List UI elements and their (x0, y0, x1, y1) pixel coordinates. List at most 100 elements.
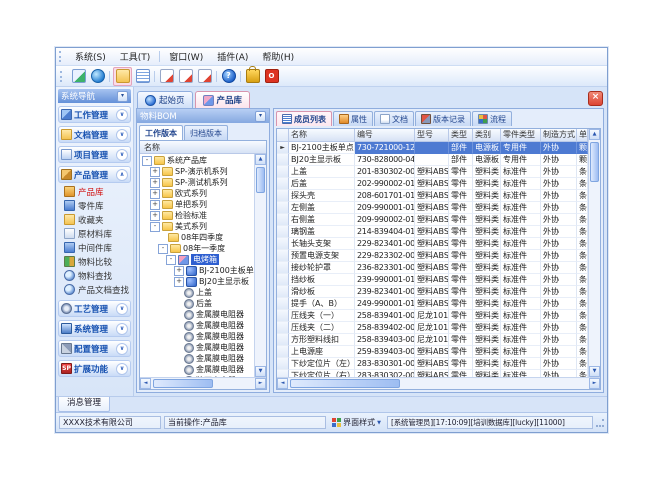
sidebar-group-projects[interactable]: 项目管理 (58, 146, 131, 163)
scroll-thumb[interactable] (590, 142, 599, 182)
tab-documents[interactable]: 文档 (374, 111, 414, 126)
tree-item[interactable]: 美式系列 (140, 221, 254, 232)
table-row[interactable]: 右侧盖209-990002-01X塑料ABS零件塑料类标准件外协条 (277, 214, 588, 226)
scroll-up-icon[interactable] (589, 129, 600, 140)
sidebar-group-products[interactable]: 产品管理 (58, 166, 131, 183)
tree-item[interactable]: 08年四季度 (140, 232, 254, 243)
table-row[interactable]: 下纱定位片（右）283-830302-00X塑料ABS零件塑料类标准件外协条 (277, 370, 588, 377)
tree-item[interactable]: 后盖 (140, 298, 254, 309)
tab-archived-version[interactable]: 归档版本 (184, 125, 228, 140)
table-row[interactable]: 长轴头支架229-823401-00X塑料ABS零件塑料类标准件外协条 (277, 238, 588, 250)
help-icon-button[interactable] (220, 68, 237, 85)
chevron-down-icon[interactable] (116, 303, 128, 315)
tree-item[interactable]: 金属膜电阻器 (140, 309, 254, 320)
menu-plugins[interactable]: 插件(A) (210, 49, 255, 64)
ui-style-button[interactable]: 界面样式 ▼ (329, 416, 384, 429)
grid-vertical-scrollbar[interactable] (588, 129, 600, 377)
tree-item[interactable]: 金属膜电阻器 (140, 331, 254, 342)
scroll-thumb[interactable] (153, 379, 213, 388)
tree-horizontal-scrollbar[interactable] (140, 377, 266, 389)
expand-minus-icon[interactable] (158, 244, 168, 254)
tab-version-history[interactable]: 版本记录 (415, 111, 471, 126)
tree-item[interactable]: BJ-2100主板单点 (140, 265, 254, 276)
scroll-thumb[interactable] (290, 379, 400, 388)
scroll-right-icon[interactable] (589, 378, 600, 389)
tree-item[interactable]: 08年一季度 (140, 243, 254, 254)
sidebar-group-documents[interactable]: 文档管理 (58, 126, 131, 143)
bom-panel-menu-icon[interactable]: ▾ (255, 111, 266, 122)
table-row[interactable]: 滑纱板239-823401-00X塑料ABS零件塑料类标准件外协条 (277, 286, 588, 298)
chevron-up-icon[interactable] (116, 169, 128, 181)
table-row[interactable]: 璃钢盖214-839404-01X塑料ABS零件塑料类标准件外协条 (277, 226, 588, 238)
sidebar-item-favorites[interactable]: 收藏夹 (62, 213, 131, 226)
doc-add-icon-button[interactable] (158, 68, 175, 85)
tree-vertical-scrollbar[interactable] (254, 154, 266, 377)
table-row[interactable]: 挡纱板239-990001-01X塑料ABS零件塑料类标准件外协条 (277, 274, 588, 286)
tree-item[interactable]: BJ20主显示板 (140, 276, 254, 287)
tab-working-version[interactable]: 工作版本 (139, 125, 183, 140)
message-tab[interactable]: 消息管理 (58, 397, 110, 412)
tree-item[interactable]: 金属膜电阻器 (140, 353, 254, 364)
column-header[interactable]: 零件类型 (501, 129, 541, 142)
table-row[interactable]: 上电源座259-839403-00X塑料ABS零件塑料类标准件外协条 (277, 346, 588, 358)
tab-workflow[interactable]: 流程 (472, 111, 512, 126)
chevron-down-icon[interactable] (116, 109, 128, 121)
menu-window[interactable]: 窗口(W) (162, 49, 210, 64)
chevron-down-icon[interactable] (116, 363, 128, 375)
sidebar-menu-icon[interactable]: ▾ (117, 91, 128, 102)
table-row[interactable]: 接纱轮护罩236-823301-00X塑料ABS零件塑料类标准件外协条 (277, 262, 588, 274)
tree-item[interactable]: 金属膜电阻器 (140, 364, 254, 375)
scroll-left-icon[interactable] (277, 378, 288, 389)
sidebar-group-extensions[interactable]: 扩展功能 (58, 360, 131, 377)
column-header[interactable]: 类型 (449, 129, 473, 142)
scroll-up-icon[interactable] (255, 154, 266, 165)
table-row[interactable]: 上盖201-830302-00X塑料ABS零件塑料类标准件外协条 (277, 166, 588, 178)
lock-icon-button[interactable] (244, 68, 261, 85)
toolbar-grip[interactable] (60, 71, 67, 82)
tree-item[interactable]: 金属膜电阻器 (140, 320, 254, 331)
table-row[interactable]: 方形塑料线扣258-839403-00X尼龙1010零件塑料类标准件外协条 (277, 334, 588, 346)
tree-item[interactable]: SP-演示机系列 (140, 166, 254, 177)
power-icon-button[interactable] (263, 68, 280, 85)
table-row[interactable]: 压线夹（一）258-839401-00X尼龙1010零件塑料类标准件外协条 (277, 310, 588, 322)
expand-plus-icon[interactable] (150, 211, 160, 221)
menu-system[interactable]: 系统(S) (68, 49, 113, 64)
expand-plus-icon[interactable] (174, 277, 184, 287)
scroll-down-icon[interactable] (589, 366, 600, 377)
column-header[interactable]: 类别 (473, 129, 501, 142)
sidebar-item-middleware-library[interactable]: 中间件库 (62, 241, 131, 254)
table-row[interactable]: 提手（A、B）249-990001-01X塑料ABS零件塑料类标准件外协条 (277, 298, 588, 310)
expand-minus-icon[interactable] (166, 255, 176, 265)
folder-icon-button[interactable] (113, 67, 132, 86)
tree-column-header[interactable]: 名称 (140, 141, 266, 154)
resize-grip[interactable] (596, 419, 604, 427)
sidebar-group-work[interactable]: 工作管理 (58, 106, 131, 123)
expand-plus-icon[interactable] (150, 167, 160, 177)
tree-item[interactable]: 电烤箱 (140, 254, 254, 265)
grid-horizontal-scrollbar[interactable] (277, 377, 600, 389)
tab-product-library[interactable]: 产品库 (195, 91, 251, 108)
tree-item[interactable]: 检验标准 (140, 210, 254, 221)
sidebar-item-material-compare[interactable]: 物料比较 (62, 255, 131, 268)
tree-item[interactable]: 单把系列 (140, 199, 254, 210)
expand-plus-icon[interactable] (174, 266, 184, 276)
menubar-grip[interactable] (59, 51, 66, 62)
tab-properties[interactable]: 属性 (333, 111, 373, 126)
scroll-right-icon[interactable] (255, 378, 266, 389)
doc-edit-icon-button[interactable] (177, 68, 194, 85)
table-row[interactable]: 后盖202-990002-01X塑料ABS零件塑料类标准件外协条 (277, 178, 588, 190)
expand-minus-icon[interactable] (142, 156, 152, 166)
expand-minus-icon[interactable] (150, 222, 160, 232)
globe-icon-button[interactable] (89, 68, 106, 85)
tree-item[interactable]: 欧式系列 (140, 188, 254, 199)
tab-start-page[interactable]: 起始页 (137, 91, 193, 108)
table-row[interactable]: BJ-2100主板单点730-721000-12X部件电源板专用件外协颗 (277, 142, 588, 154)
chevron-down-icon[interactable] (116, 323, 128, 335)
close-icon[interactable] (588, 91, 603, 106)
sidebar-item-product-library[interactable]: 产品库 (62, 185, 131, 198)
sidebar-group-system[interactable]: 系统管理 (58, 320, 131, 337)
column-header[interactable]: 制造方式 (541, 129, 577, 142)
grid-icon-button[interactable] (134, 68, 151, 85)
column-header[interactable]: 名称 (289, 129, 355, 142)
sidebar-item-material-search[interactable]: 物料查找 (62, 269, 131, 282)
